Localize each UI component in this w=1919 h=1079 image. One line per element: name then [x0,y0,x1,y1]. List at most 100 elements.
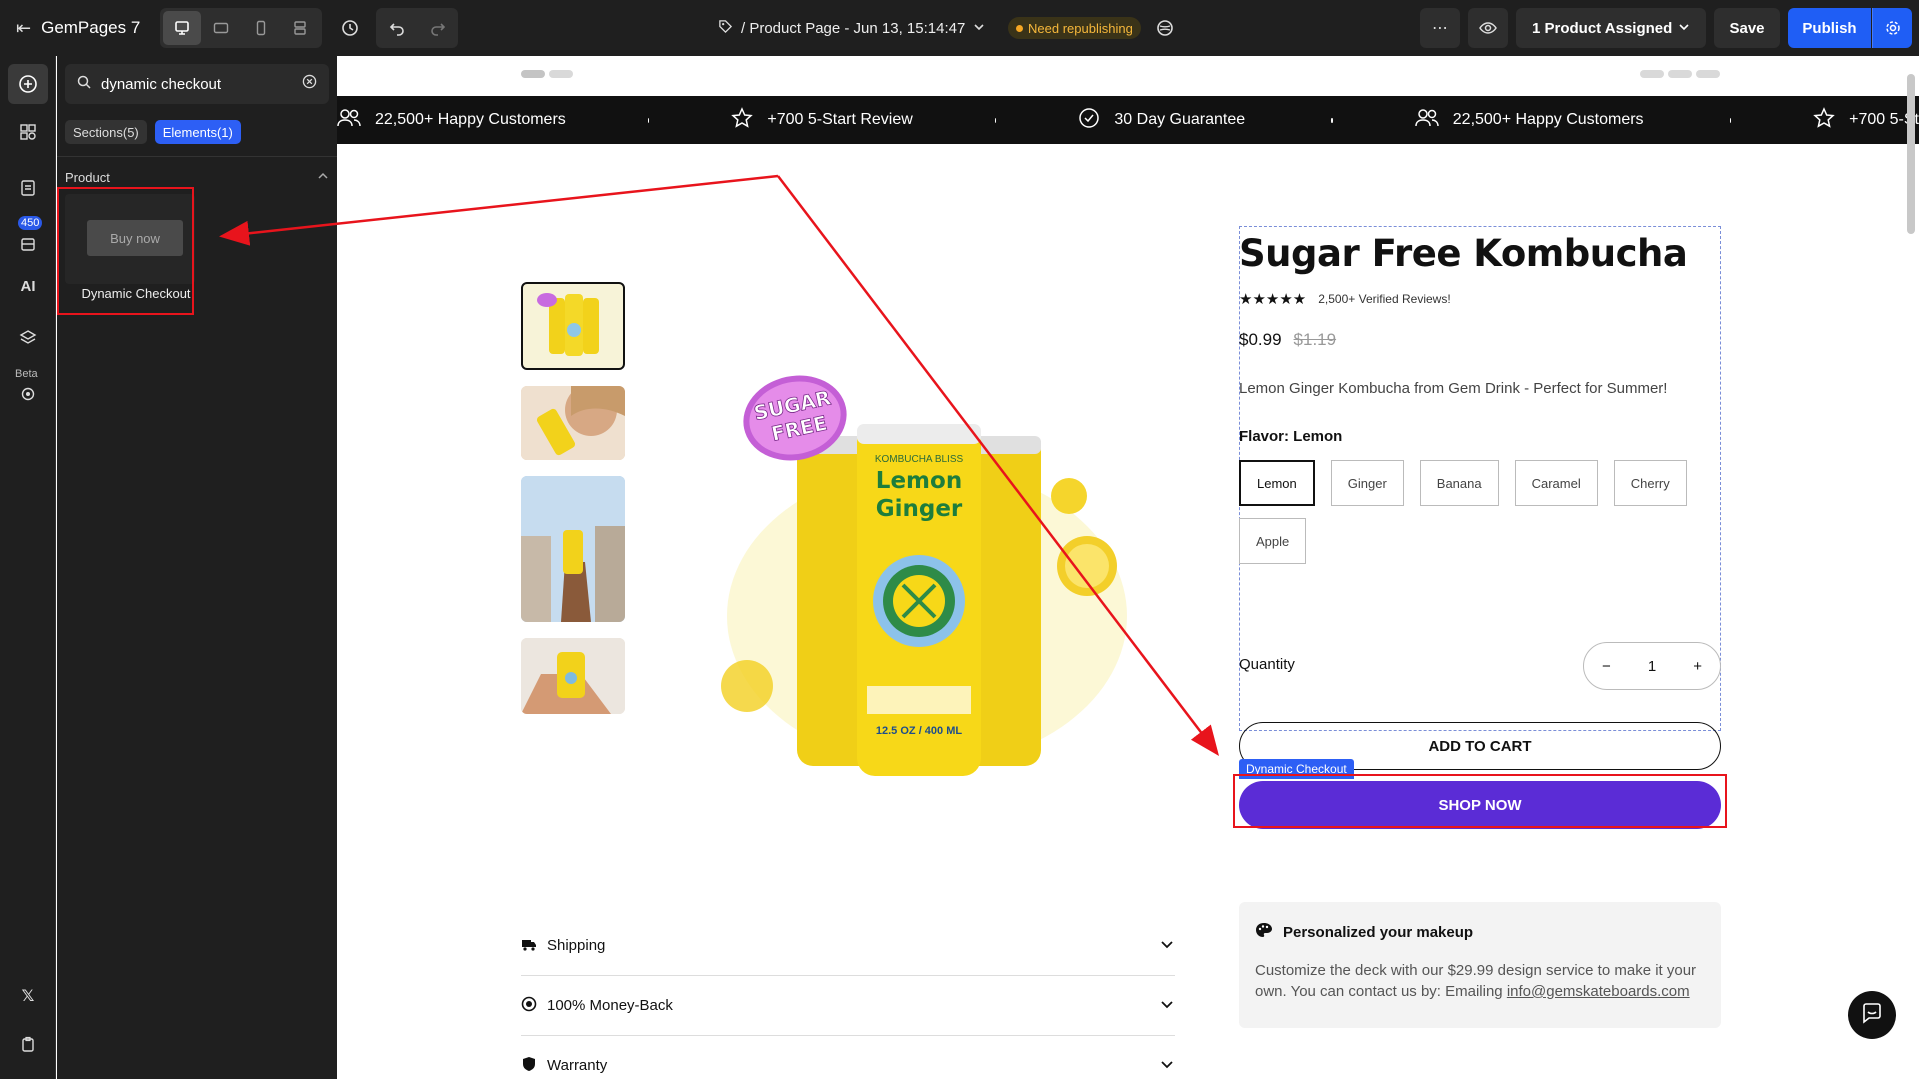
quantity-label: Quantity [1239,656,1295,673]
marquee-separator [647,117,650,123]
quantity-stepper: − 1 + [1583,642,1721,690]
clear-search-icon[interactable] [302,74,317,94]
preview-eye-icon[interactable] [1468,8,1508,48]
accordion-label: Shipping [547,937,606,954]
truck-icon [521,937,537,955]
flavor-option[interactable]: Apple [1239,518,1307,564]
promo-title-text: Personalized your makeup [1283,923,1474,941]
star-icon [731,106,754,134]
marquee-text: 22,500+ Happy Customers [375,111,566,128]
x-icon[interactable]: 𝕏 [8,976,48,1016]
redo-icon[interactable] [417,8,458,48]
chevron-down-icon [1159,1056,1175,1076]
product-assigned-dropdown[interactable]: 1 Product Assigned [1516,8,1706,48]
apps-icon[interactable] [8,224,48,264]
responsive-icon[interactable] [282,11,320,45]
shield-icon [521,1056,537,1076]
canvas-scrollbar[interactable] [1907,74,1915,234]
help-icon[interactable]: ? [8,1072,48,1079]
theme-style-icon[interactable] [8,374,48,414]
republish-badge: Need republishing [1008,17,1141,39]
flavor-option[interactable]: Banana [1419,460,1499,506]
flavor-option[interactable]: Cherry [1613,460,1687,506]
top-indicator-left [521,70,573,78]
annotation-box-left [57,187,194,315]
divider [57,156,337,157]
page-title[interactable]: / Product Page - Jun 13, 15:14:47 [718,0,985,56]
annotation-box-right [1233,774,1727,828]
search-icon [77,75,91,94]
top-bar: ⇤ GemPages 7 / Product Page - Jun 13, 15 [0,0,1919,56]
star-icon [1813,106,1835,134]
plus-icon[interactable]: + [1693,658,1702,675]
device-switcher [160,8,322,48]
product-thumbnail[interactable] [521,386,625,460]
sections-icon[interactable] [8,112,48,152]
marquee-text: 30 Day Guarantee [1114,111,1246,128]
chevron-down-icon [1159,996,1175,1016]
rating: ★★★★★ 2,500+ Verified Reviews! [1239,290,1451,308]
customers-icon [1415,108,1439,133]
chevron-down-icon [1159,936,1175,956]
exit-icon[interactable]: ⇤ [16,18,31,39]
desktop-icon[interactable] [163,11,201,45]
current-price: $0.99 [1239,330,1282,349]
marquee-item: 30 Day Guarantee [1078,107,1245,134]
publish-button[interactable]: Publish [1788,8,1871,48]
left-rail: 450 AI Beta 𝕏 ? [0,56,56,1079]
flavor-option[interactable]: Lemon [1239,460,1315,506]
marquee-separator [1331,117,1333,123]
chat-launcher[interactable] [1848,991,1896,1039]
tablet-landscape-icon[interactable] [203,11,241,45]
tab-elements[interactable]: Elements(1) [154,120,241,144]
product-thumbnail[interactable] [521,638,625,714]
history-icon[interactable] [330,8,370,48]
quantity-value[interactable]: 1 [1648,658,1656,675]
save-button[interactable]: Save [1714,8,1780,48]
mobile-icon[interactable] [242,11,280,45]
more-icon[interactable]: ⋯ [1420,8,1460,48]
chevron-up-icon [317,170,329,185]
marquee-separator [1729,117,1732,123]
accordion-label: Warranty [547,1057,608,1074]
tab-sections[interactable]: Sections(5) [65,120,147,144]
compare-price: $1.19 [1293,330,1337,349]
accordion-shipping[interactable]: Shipping [521,916,1175,976]
pages-icon[interactable] [8,168,48,208]
minus-icon[interactable]: − [1602,658,1611,675]
search-input[interactable] [101,75,281,93]
accordion-warranty[interactable]: Warranty [521,1036,1175,1079]
product-thumbnail[interactable] [521,476,625,622]
marquee-item: +700 5-St [1813,106,1919,134]
money-back-icon [521,996,537,1016]
layers-icon[interactable] [8,318,48,358]
product-title[interactable]: Sugar Free Kombucha [1239,232,1688,275]
customers-icon [337,108,361,133]
editor-canvas: 22,500+ Happy Customers +700 5-Start Rev… [337,56,1919,1079]
flavor-options: Lemon Ginger Banana Caramel Cherry Apple [1239,460,1709,564]
accordion-money-back[interactable]: 100% Money-Back [521,976,1175,1036]
flavor-option[interactable]: Caramel [1514,460,1598,506]
marquee-item: +700 5-Start Review [731,106,913,134]
cms-icon[interactable] [1145,8,1185,48]
clipboard-icon[interactable] [8,1024,48,1064]
element-search [65,64,329,104]
publish-settings-icon[interactable] [1872,8,1912,48]
promo-email-link[interactable]: info@gemskateboards.com [1507,983,1690,1000]
search-filter-tabs: Sections(5) Elements(1) [65,120,241,144]
review-count: 2,500+ Verified Reviews! [1318,292,1451,306]
brand-name: GemPages 7 [41,18,141,37]
marquee-item: 22,500+ Happy Customers [337,108,566,133]
add-element-icon[interactable] [8,64,48,104]
ai-icon[interactable]: AI [8,266,48,306]
flavor-label: Flavor: Lemon [1239,428,1343,445]
top-indicator-right [1640,70,1720,78]
undo-icon[interactable] [376,8,417,48]
can-volume: 12.5 OZ / 400 ML [876,725,962,737]
product-thumbnail[interactable] [521,282,625,370]
accordion-label: 100% Money-Back [547,997,673,1014]
section-title: Product [65,170,110,185]
flavor-option[interactable]: Ginger [1330,460,1404,506]
palette-icon [1255,922,1273,942]
product-section-header[interactable]: Product [65,170,329,185]
